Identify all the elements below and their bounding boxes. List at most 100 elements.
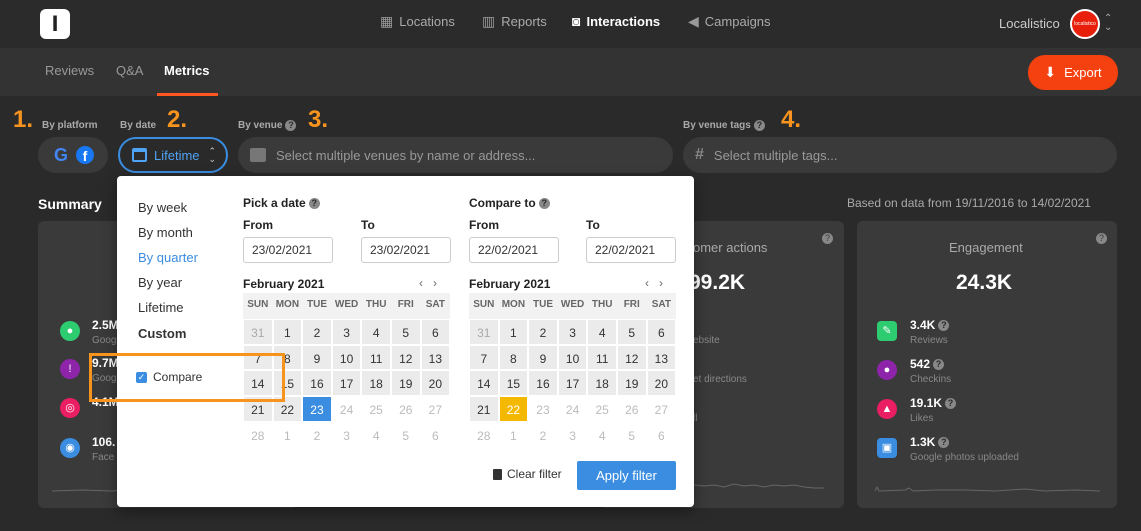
- chevron-left-icon[interactable]: ‹: [419, 276, 433, 290]
- calendar-day[interactable]: 4: [587, 421, 617, 448]
- nav-locations[interactable]: ▦ Locations: [380, 13, 455, 30]
- calendar-day[interactable]: 12: [390, 344, 421, 371]
- pick-to-input[interactable]: 23/02/2021: [361, 237, 451, 263]
- date-select[interactable]: Lifetime ⌃ ⌄: [118, 137, 228, 173]
- compare-from-input[interactable]: 22/02/2021: [469, 237, 559, 263]
- period-custom[interactable]: Custom: [138, 326, 186, 341]
- calendar-day[interactable]: 3: [557, 318, 588, 345]
- export-button[interactable]: ⬇ Export: [1028, 55, 1118, 90]
- help-icon[interactable]: ?: [753, 120, 765, 131]
- pick-from-input[interactable]: 23/02/2021: [243, 237, 333, 263]
- calendar-day[interactable]: 27: [420, 396, 451, 422]
- calendar-day[interactable]: 2: [302, 318, 332, 345]
- calendar-day[interactable]: 9: [528, 344, 558, 371]
- calendar-day[interactable]: 13: [646, 344, 677, 371]
- period-by-quarter[interactable]: By quarter: [138, 250, 198, 265]
- calendar-day[interactable]: 14: [469, 370, 499, 397]
- tags-input[interactable]: # Select multiple tags...: [683, 137, 1117, 173]
- calendar-day[interactable]: 5: [616, 421, 647, 448]
- avatar[interactable]: localistico: [1070, 9, 1100, 39]
- calendar-day[interactable]: 24: [331, 396, 362, 422]
- calendar-day[interactable]: 4: [361, 318, 391, 345]
- calendar-day[interactable]: 10: [557, 344, 588, 371]
- help-icon[interactable]: ?: [933, 359, 945, 371]
- calendar-day[interactable]: 27: [646, 396, 677, 422]
- period-by-month[interactable]: By month: [138, 225, 193, 240]
- calendar-day[interactable]: 1: [272, 318, 303, 345]
- clear-filter-button[interactable]: Clear filter: [493, 467, 562, 481]
- calendar-day[interactable]: 1: [498, 421, 529, 448]
- venue-input[interactable]: Select multiple venues by name or addres…: [238, 137, 673, 173]
- month-nav[interactable]: ‹›: [645, 276, 673, 290]
- period-by-year[interactable]: By year: [138, 275, 182, 290]
- calendar-day[interactable]: 17: [557, 370, 588, 397]
- compare-to-input[interactable]: 22/02/2021: [586, 237, 676, 263]
- period-by-week[interactable]: By week: [138, 200, 187, 215]
- calendar-day[interactable]: 22: [498, 396, 529, 422]
- chevron-right-icon[interactable]: ›: [659, 276, 673, 290]
- calendar-day[interactable]: 17: [331, 370, 362, 397]
- calendar-day[interactable]: 1: [272, 421, 303, 448]
- calendar-day[interactable]: 2: [528, 318, 558, 345]
- calendar-day[interactable]: 16: [302, 370, 332, 397]
- calendar-day[interactable]: 26: [390, 396, 421, 422]
- calendar-day[interactable]: 2: [528, 421, 558, 448]
- calendar-day[interactable]: 3: [557, 421, 588, 448]
- calendar-day[interactable]: 31: [243, 318, 273, 345]
- period-lifetime[interactable]: Lifetime: [138, 300, 184, 315]
- help-icon[interactable]: ?: [945, 398, 957, 410]
- calendar-day[interactable]: 15: [498, 370, 529, 397]
- app-logo[interactable]: l: [40, 9, 70, 39]
- google-icon[interactable]: G: [52, 146, 70, 164]
- calendar-day[interactable]: 4: [587, 318, 617, 345]
- calendar-day[interactable]: 13: [420, 344, 451, 371]
- calendar-day[interactable]: 28: [243, 421, 273, 448]
- calendar-day[interactable]: 6: [420, 421, 451, 448]
- calendar-day[interactable]: 21: [469, 396, 499, 422]
- calendar-day[interactable]: 6: [646, 421, 677, 448]
- calendar-day[interactable]: 2: [302, 421, 332, 448]
- help-icon[interactable]: ?: [308, 198, 320, 210]
- chevron-left-icon[interactable]: ‹: [645, 276, 659, 290]
- calendar-day[interactable]: 8: [498, 344, 529, 371]
- calendar-day[interactable]: 6: [646, 318, 677, 345]
- calendar-day[interactable]: 10: [331, 344, 362, 371]
- help-icon[interactable]: ?: [1096, 233, 1107, 244]
- calendar-day[interactable]: 20: [420, 370, 451, 397]
- calendar-day[interactable]: 18: [361, 370, 391, 397]
- tab-reviews[interactable]: Reviews: [45, 63, 94, 78]
- calendar-day[interactable]: 18: [587, 370, 617, 397]
- calendar-day[interactable]: 3: [331, 318, 362, 345]
- tab-metrics[interactable]: Metrics: [164, 63, 210, 78]
- tab-qa[interactable]: Q&A: [116, 63, 143, 78]
- calendar-day[interactable]: 28: [469, 421, 499, 448]
- help-icon[interactable]: ?: [538, 198, 550, 210]
- calendar-day[interactable]: 25: [361, 396, 391, 422]
- nav-reports[interactable]: ▥ Reports: [482, 13, 547, 30]
- calendar-day[interactable]: 23: [528, 396, 558, 422]
- nav-interactions[interactable]: ◙ Interactions: [572, 13, 660, 29]
- help-icon[interactable]: ?: [938, 320, 950, 332]
- calendar-day[interactable]: 5: [616, 318, 647, 345]
- calendar-day[interactable]: 31: [469, 318, 499, 345]
- calendar-day[interactable]: 1: [498, 318, 529, 345]
- calendar-day[interactable]: 6: [420, 318, 451, 345]
- calendar-day[interactable]: 23: [302, 396, 332, 422]
- chevron-right-icon[interactable]: ›: [433, 276, 447, 290]
- calendar-day[interactable]: 12: [616, 344, 647, 371]
- calendar-day[interactable]: 5: [390, 421, 421, 448]
- help-icon[interactable]: ?: [285, 120, 297, 131]
- help-icon[interactable]: ?: [938, 437, 950, 449]
- apply-filter-button[interactable]: Apply filter: [577, 461, 676, 490]
- calendar-day[interactable]: 9: [302, 344, 332, 371]
- calendar-day[interactable]: 3: [331, 421, 362, 448]
- chevron-updown-icon[interactable]: ⌃ ⌄: [1104, 14, 1112, 33]
- calendar-day[interactable]: 11: [361, 344, 391, 371]
- calendar-day[interactable]: 25: [587, 396, 617, 422]
- month-nav[interactable]: ‹›: [419, 276, 447, 290]
- calendar-day[interactable]: 11: [587, 344, 617, 371]
- calendar-day[interactable]: 20: [646, 370, 677, 397]
- platform-selector[interactable]: G f: [38, 137, 108, 173]
- calendar-day[interactable]: 19: [390, 370, 421, 397]
- calendar-day[interactable]: 16: [528, 370, 558, 397]
